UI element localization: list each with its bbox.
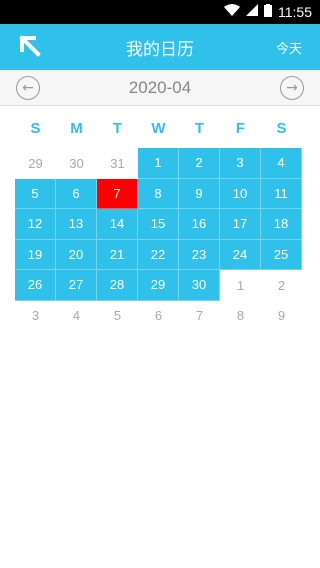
day-cell[interactable]: 28 <box>97 270 138 301</box>
wifi-icon <box>224 4 240 20</box>
day-cell[interactable]: 15 <box>138 209 179 240</box>
weekday-label: S <box>30 120 41 137</box>
weekday-label: S <box>276 120 287 137</box>
day-cell[interactable]: 4 <box>261 148 302 179</box>
day-cell[interactable]: 26 <box>15 270 56 301</box>
day-cell[interactable]: 24 <box>220 239 261 270</box>
day-cell[interactable]: 8 <box>220 301 261 332</box>
day-cell[interactable]: 4 <box>56 301 97 332</box>
day-cell[interactable]: 30 <box>56 148 97 179</box>
prev-month-button[interactable]: ← <box>16 75 40 100</box>
day-cell[interactable]: 3 <box>15 301 56 332</box>
day-cell[interactable]: 22 <box>138 239 179 270</box>
weekday-label: M <box>70 120 83 137</box>
day-cell-today[interactable]: 7 <box>97 178 138 209</box>
calendar-grid: 29 30 31 1 2 3 4 5 6 7 8 9 10 11 12 13 14 15 16 17 18 19 20 21 2… <box>15 148 320 331</box>
day-cell[interactable]: 21 <box>97 239 138 270</box>
day-cell[interactable]: 9 <box>261 301 302 332</box>
day-cell[interactable]: 10 <box>220 178 261 209</box>
day-cell[interactable]: 1 <box>138 148 179 179</box>
arrow-left-icon: ← <box>22 79 34 96</box>
weekday-label: F <box>235 120 246 137</box>
weekday-header: S M T W T F S <box>15 114 320 144</box>
day-cell[interactable]: 3 <box>220 148 261 179</box>
day-cell[interactable]: 23 <box>179 239 220 270</box>
day-cell[interactable]: 20 <box>56 239 97 270</box>
month-label: 2020-04 <box>128 77 192 97</box>
app-header: 我的日历 今天 <box>0 24 320 70</box>
day-cell[interactable]: 8 <box>138 178 179 209</box>
day-cell[interactable]: 30 <box>179 270 220 301</box>
day-cell[interactable]: 27 <box>56 270 97 301</box>
weekday-label: W <box>151 120 166 137</box>
day-cell[interactable]: 9 <box>179 178 220 209</box>
back-arrow-icon[interactable] <box>18 34 44 60</box>
day-cell[interactable]: 29 <box>138 270 179 301</box>
day-cell[interactable]: 14 <box>97 209 138 240</box>
day-cell[interactable]: 6 <box>138 301 179 332</box>
today-button[interactable]: 今天 <box>276 38 302 57</box>
day-cell[interactable]: 16 <box>179 209 220 240</box>
day-cell[interactable]: 5 <box>97 301 138 332</box>
day-cell[interactable]: 13 <box>56 209 97 240</box>
next-month-button[interactable]: → <box>279 75 304 100</box>
day-cell[interactable]: 12 <box>15 209 56 240</box>
day-cell[interactable]: 2 <box>261 270 302 301</box>
weekday-label: T <box>194 120 205 137</box>
day-cell[interactable]: 6 <box>56 178 97 209</box>
weekday-label: T <box>112 120 123 137</box>
day-cell[interactable]: 19 <box>15 239 56 270</box>
day-cell[interactable]: 5 <box>15 178 56 209</box>
page-title: 我的日历 <box>126 39 194 60</box>
month-navigator: ← 2020-04 → <box>0 70 320 106</box>
day-cell[interactable]: 1 <box>220 270 261 301</box>
day-cell[interactable]: 17 <box>220 209 261 240</box>
status-bar: 11:55 <box>0 0 320 24</box>
day-cell[interactable]: 18 <box>261 209 302 240</box>
signal-icon <box>246 4 258 20</box>
day-cell[interactable]: 11 <box>261 178 302 209</box>
day-cell[interactable]: 2 <box>179 148 220 179</box>
day-cell[interactable]: 7 <box>179 301 220 332</box>
day-cell[interactable]: 29 <box>15 148 56 179</box>
day-cell[interactable]: 25 <box>261 239 302 270</box>
arrow-right-icon: → <box>286 79 298 96</box>
day-cell[interactable]: 31 <box>97 148 138 179</box>
status-time: 11:55 <box>278 4 312 20</box>
battery-icon <box>264 3 272 21</box>
